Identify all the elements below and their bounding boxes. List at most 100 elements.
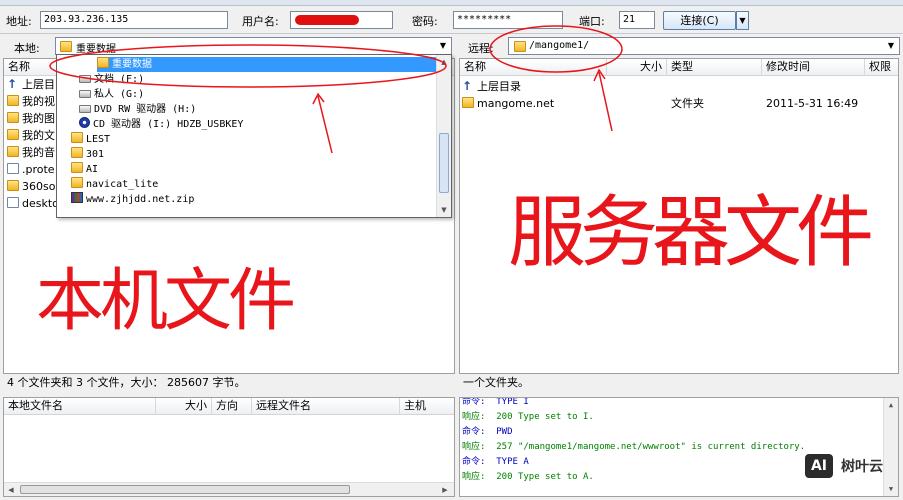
scroll-thumb[interactable] <box>439 133 449 193</box>
up-arrow-icon: ↑ <box>7 77 18 91</box>
connect-dropdown-arrow-icon[interactable]: ▼ <box>736 11 749 30</box>
dropdown-item[interactable]: AI <box>71 162 98 177</box>
row-modified: 2011-5-31 16:49 <box>766 97 859 110</box>
dropdown-item[interactable]: 301 <box>71 147 104 162</box>
port-label: 端口: <box>579 15 605 28</box>
remote-list-header: 名称 大小 类型 修改时间 权限 <box>460 59 898 76</box>
log-text: 200 Type set to A. <box>496 472 594 482</box>
user-input[interactable] <box>290 11 393 29</box>
host-label: 地址: <box>6 15 32 28</box>
folder-icon <box>7 180 19 191</box>
column-direction[interactable]: 方向 <box>212 398 252 415</box>
folder-icon <box>71 162 83 173</box>
queue-horizontal-scrollbar[interactable]: ◀ ▶ <box>4 482 454 496</box>
log-text: TYPE A <box>496 457 529 467</box>
remote-path-label: 远程: <box>468 42 494 55</box>
remote-status: 一个文件夹。 <box>459 375 899 391</box>
scroll-down-icon[interactable]: ▼ <box>884 482 898 496</box>
dropdown-item[interactable]: 文档 (F:) <box>79 72 144 87</box>
folder-icon <box>71 132 83 143</box>
password-label: 密码: <box>412 15 438 28</box>
watermark: AI 树叶云 <box>803 452 883 480</box>
column-host[interactable]: 主机 <box>400 398 454 415</box>
column-type[interactable]: 类型 <box>667 59 762 76</box>
log-label: 响应: <box>462 442 486 452</box>
log-pane[interactable]: 命令: TYPE I 响应: 200 Type set to I. 命令: PW… <box>459 397 899 497</box>
dropdown-item[interactable]: DVD RW 驱动器 (H:) <box>79 102 196 117</box>
log-vertical-scrollbar[interactable]: ▲ ▼ <box>883 398 898 496</box>
local-path-combo[interactable]: 重要数据 ▼ <box>55 37 452 55</box>
transfer-queue[interactable]: 本地文件名 大小 方向 远程文件名 主机 ◀ ▶ <box>3 397 455 497</box>
column-size[interactable]: 大小 <box>607 59 667 76</box>
folder-icon <box>71 177 83 188</box>
zip-archive-icon <box>71 192 83 203</box>
dropdown-item[interactable]: 重要数据 <box>97 57 437 72</box>
folder-icon <box>97 57 109 68</box>
dropdown-item[interactable]: navicat_lite <box>71 177 158 192</box>
folder-icon <box>7 146 19 157</box>
scroll-left-icon[interactable]: ◀ <box>4 483 18 496</box>
column-name[interactable]: 名称 <box>460 59 607 76</box>
up-arrow-icon: ↑ <box>462 79 473 93</box>
scroll-up-icon[interactable]: ▲ <box>437 55 451 69</box>
combo-arrow-icon[interactable]: ▼ <box>436 39 450 53</box>
list-item[interactable]: 我的图 <box>7 110 55 127</box>
log-text: PWD <box>496 427 513 437</box>
file-icon <box>7 163 19 174</box>
folder-icon <box>7 129 19 140</box>
annotation-local-files: 本机文件 <box>36 262 296 341</box>
column-remote-filename[interactable]: 远程文件名 <box>252 398 400 415</box>
log-text: 257 "/mangome1/mangome.net/wwwroot" is c… <box>496 442 806 452</box>
log-label: 命令: <box>462 427 486 437</box>
scroll-right-icon[interactable]: ▶ <box>438 483 452 496</box>
column-size[interactable]: 大小 <box>156 398 212 415</box>
list-item[interactable]: 我的文 <box>7 127 55 144</box>
list-item[interactable]: ↑ 上层目 <box>7 76 55 93</box>
scroll-down-icon[interactable]: ▼ <box>437 203 451 217</box>
list-item[interactable]: 我的音 <box>7 144 55 161</box>
list-item[interactable]: 我的视 <box>7 93 55 110</box>
drive-icon <box>79 75 91 83</box>
scroll-up-icon[interactable]: ▲ <box>884 398 898 412</box>
host-input[interactable]: 203.93.236.135 <box>40 11 228 29</box>
column-name[interactable]: 名称 <box>4 59 64 76</box>
connect-button[interactable]: 连接(C) <box>663 11 736 30</box>
list-item[interactable]: deskto <box>7 195 59 212</box>
list-item[interactable]: ↑ 上层目录 <box>462 78 521 95</box>
remote-path-bar: 远程: /mangome1/ ▼ <box>458 35 903 57</box>
log-text: 200 Type set to I. <box>496 412 594 422</box>
column-local-filename[interactable]: 本地文件名 <box>4 398 156 415</box>
dropdown-vertical-scrollbar[interactable]: ▲ ▼ <box>436 55 451 217</box>
combo-arrow-icon[interactable]: ▼ <box>884 39 898 53</box>
log-text: TYPE I <box>496 397 529 407</box>
list-item[interactable]: 360so <box>7 178 55 195</box>
folder-icon <box>7 112 19 123</box>
column-modified[interactable]: 修改时间 <box>762 59 865 76</box>
list-item[interactable]: .prote <box>7 161 55 178</box>
password-input[interactable]: ********* <box>453 11 563 29</box>
dropdown-item[interactable]: CD 驱动器 (I:) HDZB_USBKEY <box>79 117 243 132</box>
local-path-label: 本地: <box>14 42 40 55</box>
folder-icon <box>7 95 19 106</box>
dropdown-item[interactable]: 私人 (G:) <box>79 87 144 102</box>
list-item[interactable]: mangome.net 文件夹 2011-5-31 16:49 <box>462 95 882 112</box>
folder-icon <box>71 147 83 158</box>
log-label: 命令: <box>462 397 486 407</box>
drive-icon <box>79 90 91 98</box>
folder-icon <box>514 41 526 52</box>
redacted-username <box>295 15 359 25</box>
quickconnect-bar: 地址: 203.93.236.135 用户名: 密码: ********* 端口… <box>0 6 903 34</box>
log-label: 响应: <box>462 472 486 482</box>
local-status: 4 个文件夹和 3 个文件，大小： 285607 字节。 <box>3 375 455 391</box>
queue-header: 本地文件名 大小 方向 远程文件名 主机 <box>4 398 454 415</box>
remote-path-combo[interactable]: /mangome1/ ▼ <box>508 37 900 55</box>
column-permissions[interactable]: 权限 <box>865 59 898 76</box>
annotation-server-files: 服务器文件 <box>508 188 874 278</box>
dropdown-item[interactable]: LEST <box>71 132 110 147</box>
local-path-value: 重要数据 <box>76 44 116 55</box>
scroll-thumb[interactable] <box>20 485 350 494</box>
drive-icon <box>79 105 91 113</box>
port-input[interactable]: 21 <box>619 11 655 29</box>
local-path-dropdown[interactable]: 重要数据 文档 (F:) 私人 (G:) DVD RW 驱动器 (H:) CD … <box>56 54 452 218</box>
dropdown-item[interactable]: www.zjhjdd.net.zip <box>71 192 194 207</box>
